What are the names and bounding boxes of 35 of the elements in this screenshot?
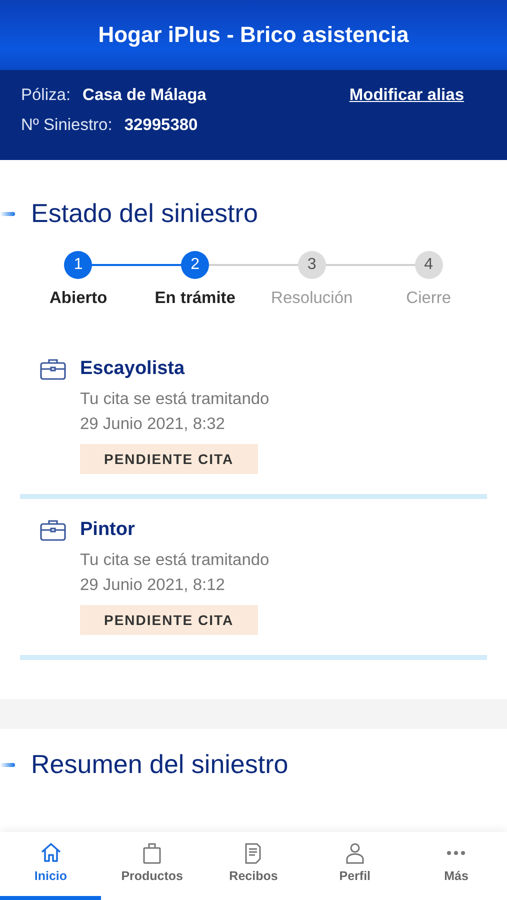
briefcase-icon (40, 358, 66, 380)
heading-accent (0, 212, 15, 216)
heading-accent (0, 762, 15, 766)
status-message: Tu cita se está tramitando (80, 390, 270, 409)
section-title: Resumen del siniestro (31, 749, 288, 780)
step-label: En trámite (154, 289, 236, 308)
step-circle: 3 (298, 251, 326, 279)
window-title: Hogar iPlus - Brico asistencia (98, 22, 409, 48)
step-circle: 1 (64, 251, 92, 279)
appointment-date: 29 Junio 2021, 8:32 (80, 415, 226, 434)
status-badge: PENDIENTE CITA (80, 605, 258, 635)
step-label: Resolución (271, 289, 353, 308)
appointment-date: 29 Junio 2021, 8:12 (80, 576, 226, 595)
policy-value: Casa de Málaga (82, 86, 206, 105)
tab[interactable]: Inicio (0, 832, 102, 900)
claim-number-value: 32995380 (124, 116, 198, 135)
more-icon (446, 850, 466, 856)
tab[interactable]: Productos (101, 832, 203, 900)
tab[interactable]: Recibos (202, 832, 304, 900)
modify-alias-link[interactable]: Modificar alias (349, 86, 464, 105)
status-badge: PENDIENTE CITA (80, 444, 258, 474)
step-circle: 2 (181, 251, 210, 279)
tab[interactable]: Perfil (304, 832, 406, 900)
section-title: Estado del siniestro (31, 198, 258, 229)
policy-label: Póliza: (21, 86, 71, 105)
step-label: Cierre (406, 289, 452, 308)
step-circle: 4 (414, 251, 443, 279)
home-icon (38, 841, 63, 865)
service-title: Pintor (80, 519, 136, 541)
briefcase-icon (40, 519, 66, 541)
claim-number-label: Nº Siniestro: (21, 116, 112, 135)
service-title: Escayolista (80, 358, 186, 380)
status-message: Tu cita se está tramitando (80, 551, 270, 570)
step-label: Abierto (50, 289, 108, 308)
tab[interactable]: Más (406, 832, 507, 900)
